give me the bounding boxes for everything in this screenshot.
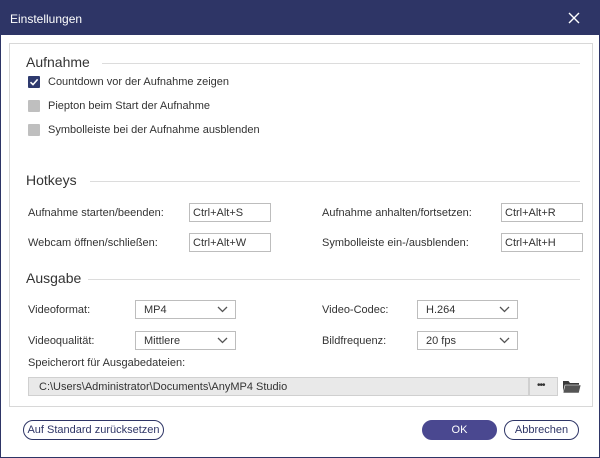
reset-defaults-button[interactable]: Auf Standard zurücksetzen bbox=[23, 420, 164, 440]
checkbox-label-piepton: Piepton beim Start der Aufnahme bbox=[48, 100, 211, 112]
bildfrequenz-label: Bildfrequenz: bbox=[322, 335, 387, 347]
videoqualitaet-select[interactable]: Mittlere bbox=[135, 331, 236, 350]
checkbox-label-countdown: Countdown vor der Aufnahme zeigen bbox=[48, 76, 230, 88]
hotkey-label-start-stop: Aufnahme starten/beenden: bbox=[28, 207, 164, 219]
chevron-down-icon bbox=[499, 337, 510, 344]
ok-button[interactable]: OK bbox=[422, 420, 497, 440]
output-path-field[interactable]: C:\Users\Administrator\Documents\AnyMP4 … bbox=[28, 377, 529, 396]
videoformat-label: Videoformat: bbox=[28, 304, 91, 316]
checkbox-label-symbolleiste: Symbolleiste bei der Aufnahme ausblenden bbox=[48, 124, 260, 136]
close-icon[interactable] bbox=[567, 11, 581, 25]
hotkey-label-pause-resume: Aufnahme anhalten/fortsetzen: bbox=[322, 207, 472, 219]
chevron-down-icon bbox=[217, 337, 228, 344]
section-divider bbox=[102, 63, 580, 64]
window-title: Einstellungen bbox=[10, 12, 83, 26]
check-icon bbox=[29, 78, 39, 86]
section-title-aufnahme: Aufnahme bbox=[26, 54, 90, 70]
hotkey-field-start-stop[interactable]: Ctrl+Alt+S bbox=[189, 203, 271, 222]
section-title-hotkeys: Hotkeys bbox=[26, 172, 77, 188]
section-title-ausgabe: Ausgabe bbox=[26, 270, 82, 286]
speicherort-label: Speicherort für Ausgabedateien: bbox=[28, 357, 186, 369]
more-icon: ••• bbox=[537, 380, 545, 391]
bildfrequenz-value: 20 fps bbox=[426, 335, 456, 347]
hotkey-field-webcam[interactable]: Ctrl+Alt+W bbox=[189, 233, 271, 252]
settings-window: Einstellungen Aufnahme Countdown vor der… bbox=[0, 0, 600, 458]
folder-icon[interactable] bbox=[562, 378, 582, 395]
videoqualitaet-value: Mittlere bbox=[144, 335, 181, 347]
bildfrequenz-select[interactable]: 20 fps bbox=[417, 331, 518, 350]
hotkey-label-toolbar: Symbolleiste ein-/ausblenden: bbox=[322, 237, 469, 249]
videocodec-select[interactable]: H.264 bbox=[417, 300, 518, 319]
videoformat-select[interactable]: MP4 bbox=[135, 300, 236, 319]
chevron-down-icon bbox=[217, 306, 228, 313]
section-divider bbox=[88, 279, 580, 280]
hotkey-field-pause-resume[interactable]: Ctrl+Alt+R bbox=[501, 203, 583, 222]
settings-panel: Aufnahme Countdown vor der Aufnahme zeig… bbox=[9, 43, 593, 407]
checkbox-countdown[interactable] bbox=[28, 76, 40, 88]
videocodec-label: Video-Codec: bbox=[322, 304, 389, 316]
videoqualitaet-label: Videoqualität: bbox=[28, 335, 95, 347]
section-divider bbox=[90, 181, 580, 182]
videoformat-value: MP4 bbox=[144, 304, 167, 316]
videocodec-value: H.264 bbox=[426, 304, 456, 316]
title-bar: Einstellungen bbox=[1, 1, 599, 35]
chevron-down-icon bbox=[499, 306, 510, 313]
checkbox-piepton[interactable] bbox=[28, 100, 40, 112]
checkbox-symbolleiste[interactable] bbox=[28, 124, 40, 136]
browse-button[interactable]: ••• bbox=[529, 377, 558, 396]
hotkey-label-webcam: Webcam öffnen/schließen: bbox=[28, 237, 158, 249]
cancel-button[interactable]: Abbrechen bbox=[504, 420, 579, 440]
hotkey-field-toolbar[interactable]: Ctrl+Alt+H bbox=[501, 233, 583, 252]
